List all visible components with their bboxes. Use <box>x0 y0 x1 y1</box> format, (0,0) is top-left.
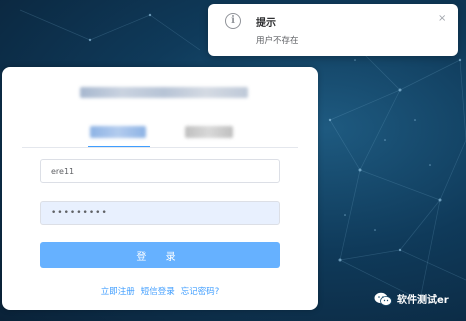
notification-toast: i 提示 用户不存在 × <box>208 4 458 56</box>
password-input[interactable] <box>40 201 280 225</box>
notification-message: 用户不存在 <box>256 36 299 46</box>
forgot-password-link[interactable]: 忘记密码? <box>181 285 220 297</box>
watermark: 软件测试er <box>374 291 449 306</box>
blurred-site-title <box>80 87 248 98</box>
wechat-logo-icon <box>374 292 392 306</box>
register-link[interactable]: 立即注册 <box>101 285 135 297</box>
auxiliary-links: 立即注册 短信登录 忘记密码? <box>2 285 318 297</box>
login-button[interactable]: 登 录 <box>40 242 280 268</box>
tab-other-login[interactable] <box>185 126 233 138</box>
watermark-text: 软件测试er <box>397 295 449 306</box>
tab-password-login[interactable] <box>90 126 146 138</box>
login-card: 登 录 立即注册 短信登录 忘记密码? <box>2 67 318 310</box>
close-icon[interactable]: × <box>438 13 446 24</box>
tab-divider <box>22 147 298 148</box>
username-input[interactable] <box>40 159 280 183</box>
info-icon: i <box>225 13 241 29</box>
sms-login-link[interactable]: 短信登录 <box>141 285 175 297</box>
notification-title: 提示 <box>256 18 276 29</box>
